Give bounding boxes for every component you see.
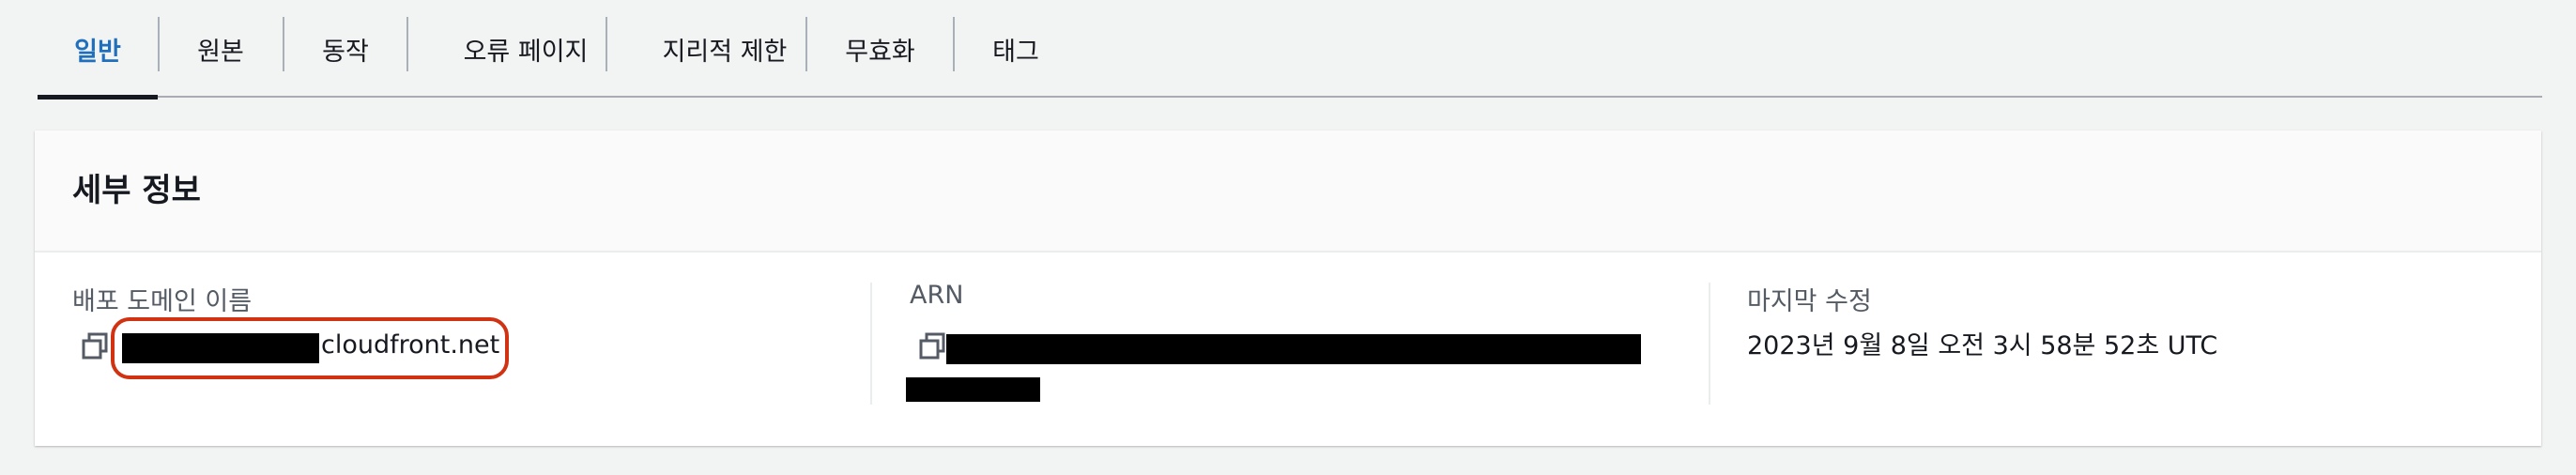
arn-label: ARN [910, 281, 964, 310]
last-modified-label: 마지막 수정 [1747, 287, 1872, 316]
column-divider [870, 283, 872, 405]
details-panel: 세부 정보 배포 도메인 이름 ARN 마지막 수정 2023년 9월 8일 오… [35, 130, 2541, 446]
details-title: 세부 정보 [72, 172, 201, 209]
tab-behaviors-label: 동작 [322, 37, 369, 67]
redacted-arn-line1 [946, 334, 1641, 364]
tab-geo-restriction-label: 지리적 제한 [662, 37, 788, 67]
column-divider [1709, 283, 1710, 405]
redacted-arn-line2 [906, 377, 1040, 402]
tab-tags[interactable]: 태그 [955, 0, 1077, 98]
copy-arn-icon[interactable] [918, 332, 946, 360]
tab-general[interactable]: 일반 [38, 0, 158, 100]
last-modified-value: 2023년 9월 8일 오전 3시 58분 52초 UTC [1747, 331, 2218, 360]
tab-invalidations-label: 무효화 [845, 37, 915, 67]
tab-invalidations[interactable]: 무효화 [807, 0, 953, 98]
details-header: 세부 정보 [35, 130, 2541, 253]
copy-domain-icon[interactable] [81, 332, 109, 360]
tab-bar: 일반 원본 동작 오류 페이지 지리적 제한 무효화 태그 [38, 0, 2542, 100]
tab-behaviors[interactable]: 동작 [284, 0, 406, 98]
tab-tags-label: 태그 [992, 37, 1039, 67]
domain-highlight [111, 317, 509, 379]
tab-origins[interactable]: 원본 [160, 0, 282, 98]
tab-origins-label: 원본 [197, 37, 244, 67]
last-modified-field: 마지막 수정 2023년 9월 8일 오전 3시 58분 52초 UTC [1747, 281, 2517, 421]
domain-label: 배포 도메인 이름 [72, 287, 253, 316]
tab-general-label: 일반 [74, 37, 121, 67]
tab-error-pages-label: 오류 페이지 [463, 37, 589, 67]
